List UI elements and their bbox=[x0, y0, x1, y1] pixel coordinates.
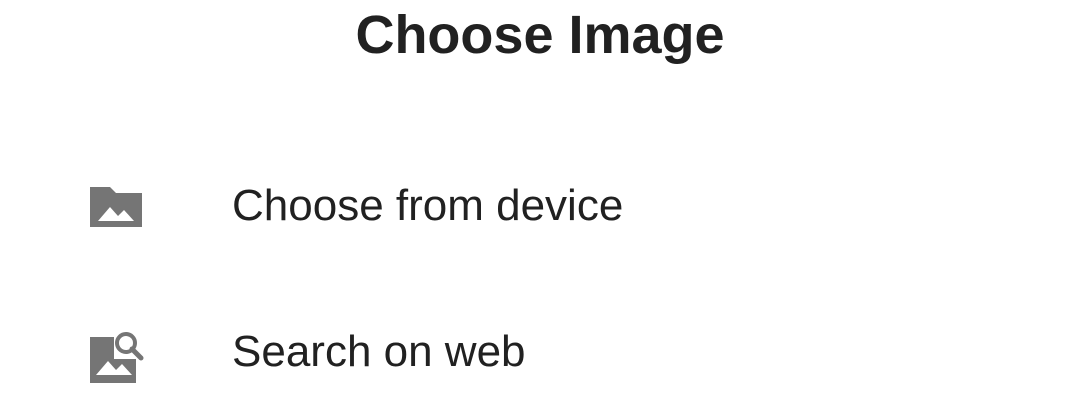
dialog-title: Choose Image bbox=[355, 5, 725, 65]
folder-image-icon bbox=[88, 183, 144, 239]
choose-image-dialog: Choose Image Choose from device Search o… bbox=[0, 0, 1080, 413]
search-on-web-label: Search on web bbox=[232, 327, 526, 376]
choose-from-device-option[interactable]: Choose from device bbox=[0, 146, 1080, 266]
choose-from-device-label: Choose from device bbox=[232, 181, 624, 230]
image-search-icon bbox=[88, 329, 144, 385]
search-on-web-option[interactable]: Search on web bbox=[0, 292, 1080, 412]
